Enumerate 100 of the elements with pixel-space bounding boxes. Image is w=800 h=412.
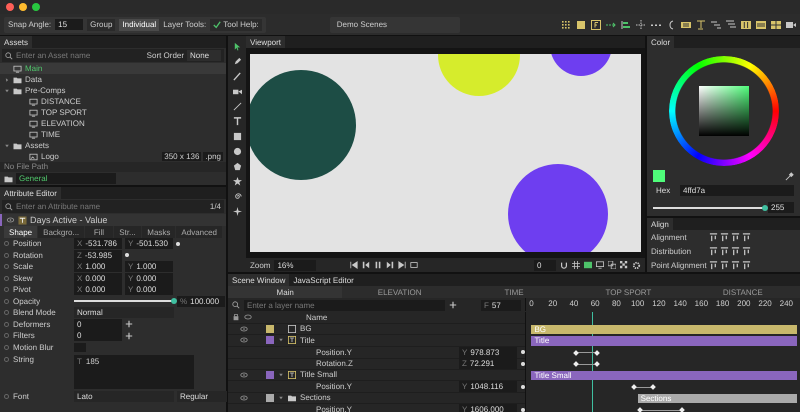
lock-icon[interactable] — [232, 313, 240, 322]
count-field[interactable]: 0 — [74, 318, 122, 330]
composition-tab[interactable]: TOP SPORT — [571, 286, 686, 298]
property-value-field[interactable]: Y 1606.000 — [459, 404, 517, 412]
layer-name[interactable]: Title Small — [300, 370, 338, 380]
saturation-square[interactable] — [698, 86, 748, 136]
pentagon-icon[interactable] — [232, 162, 242, 171]
camera-icon[interactable] — [786, 20, 796, 30]
step-forward-icon[interactable] — [386, 261, 394, 269]
frame-field[interactable]: F 57 — [481, 300, 521, 310]
align-bars-icon[interactable] — [731, 260, 740, 270]
attribute-tab[interactable]: Fill — [85, 226, 113, 238]
columns-icon[interactable] — [741, 20, 751, 30]
tree-item[interactable]: TOP SPORT — [0, 107, 226, 118]
checker-icon[interactable] — [620, 261, 628, 269]
eye-icon[interactable] — [240, 394, 248, 402]
composition-tab[interactable]: DISTANCE — [686, 286, 800, 298]
tiles-icon[interactable] — [771, 20, 781, 30]
number-field[interactable]: % 100.000 — [177, 296, 225, 307]
opacity-slider[interactable] — [74, 298, 174, 304]
scene-tab[interactable]: Scene Window — [228, 274, 290, 286]
layers-icon[interactable] — [608, 261, 616, 269]
composition-tab[interactable]: Main — [228, 286, 342, 298]
alpha-field[interactable]: 255 — [768, 202, 794, 213]
alpha-slider[interactable] — [653, 204, 765, 210]
caret-right-icon[interactable] — [4, 76, 10, 82]
dots-grid-icon[interactable] — [561, 20, 571, 30]
caret-down-icon[interactable] — [4, 142, 10, 148]
asset-search-field[interactable]: Enter an Asset name — [16, 51, 144, 60]
snap-mode-button[interactable]: Group — [87, 18, 116, 30]
align-bars-icon[interactable] — [720, 246, 729, 256]
dashed-arrow-icon[interactable] — [606, 20, 616, 30]
plus-icon[interactable] — [125, 332, 133, 340]
keyframe-dot[interactable] — [521, 384, 525, 388]
tree-item[interactable]: ELEVATION — [0, 118, 226, 129]
skip-forward-icon[interactable] — [398, 261, 406, 269]
snap-angle-field[interactable]: 15 — [55, 19, 84, 30]
tree-item[interactable]: Logo 350 x 136 .png — [0, 151, 226, 162]
caret-down-icon[interactable] — [278, 372, 284, 378]
eye-icon[interactable] — [240, 370, 248, 379]
number-field[interactable]: X 0.000 — [74, 284, 122, 296]
font-dropdown[interactable]: Lato — [74, 391, 174, 402]
loop-icon[interactable] — [410, 261, 418, 269]
sparkle-icon[interactable] — [232, 207, 242, 216]
number-field[interactable]: Z -53.985 — [74, 250, 122, 261]
keyframe-dot[interactable] — [125, 253, 129, 258]
keyframe-marker[interactable] — [650, 384, 656, 390]
hex-field[interactable]: 4ffd7a — [680, 185, 794, 196]
rows-icon[interactable] — [756, 20, 766, 30]
plus-icon[interactable] — [449, 301, 457, 309]
rectangle-icon[interactable] — [232, 132, 242, 141]
zoom-dropdown[interactable]: 16% — [274, 260, 316, 270]
framed-letter-icon[interactable] — [591, 20, 601, 30]
align-bars-icon[interactable] — [720, 260, 729, 270]
align-bars-icon[interactable] — [709, 246, 718, 256]
composition-tab[interactable]: TIME — [456, 286, 572, 298]
line-icon[interactable] — [232, 102, 242, 111]
keyframe-marker[interactable] — [632, 384, 638, 390]
eye-icon[interactable] — [244, 313, 252, 322]
property-value-field[interactable]: Y 978.873 — [459, 346, 517, 358]
keyframe-dot[interactable] — [521, 408, 525, 412]
property-value-field[interactable]: Z 72.291 — [459, 358, 517, 369]
sort-dropdown[interactable]: None — [187, 50, 221, 61]
property-value-field[interactable]: Y 1048.116 — [459, 381, 517, 392]
caret-down-icon[interactable] — [278, 337, 284, 344]
tree-item[interactable]: Data — [0, 74, 226, 85]
align-bars-icon[interactable] — [742, 232, 751, 242]
pen-icon[interactable] — [232, 57, 242, 66]
align-bars-icon[interactable] — [742, 246, 751, 256]
eyedropper-icon[interactable] — [785, 172, 794, 180]
style-dropdown[interactable]: Regular — [177, 391, 227, 402]
attribute-tab[interactable]: Masks — [142, 226, 176, 238]
tree-item[interactable]: Pre-Comps — [0, 85, 226, 96]
color-swatch[interactable] — [653, 170, 665, 182]
layer-bar[interactable]: Title — [531, 336, 797, 346]
tree-item[interactable]: TIME — [0, 129, 226, 140]
minimize-button[interactable] — [19, 3, 27, 11]
monitor-icon[interactable] — [596, 261, 604, 269]
number-field[interactable]: X -531.786 — [74, 238, 122, 250]
tree-item[interactable]: DISTANCE — [0, 96, 226, 107]
keyframe-dot[interactable] — [176, 242, 180, 246]
keyframe-dot[interactable] — [521, 362, 525, 366]
text-tool-icon[interactable] — [232, 117, 242, 126]
zoom-button[interactable] — [32, 3, 40, 11]
tree-item[interactable]: Main — [0, 63, 226, 74]
text-area[interactable]: T 185 — [74, 355, 194, 389]
layer-name[interactable]: Sections — [300, 393, 331, 402]
move-icon[interactable] — [636, 20, 646, 30]
attribute-tab[interactable]: Shape — [4, 226, 38, 238]
steps-icon[interactable] — [711, 20, 721, 30]
spiral-icon[interactable] — [232, 192, 242, 201]
align-left-icon[interactable] — [621, 20, 631, 30]
video-camera-icon[interactable] — [232, 87, 242, 96]
keyframe-marker[interactable] — [573, 350, 579, 356]
keyframe-dot[interactable] — [521, 350, 525, 354]
circle-icon[interactable] — [232, 147, 242, 156]
checkmark-icon[interactable] — [213, 20, 222, 28]
eye-icon[interactable] — [240, 324, 248, 333]
tool-help-toggle[interactable]: Tool Help: — [210, 18, 262, 30]
number-field[interactable]: Y 1.000 — [125, 261, 173, 272]
